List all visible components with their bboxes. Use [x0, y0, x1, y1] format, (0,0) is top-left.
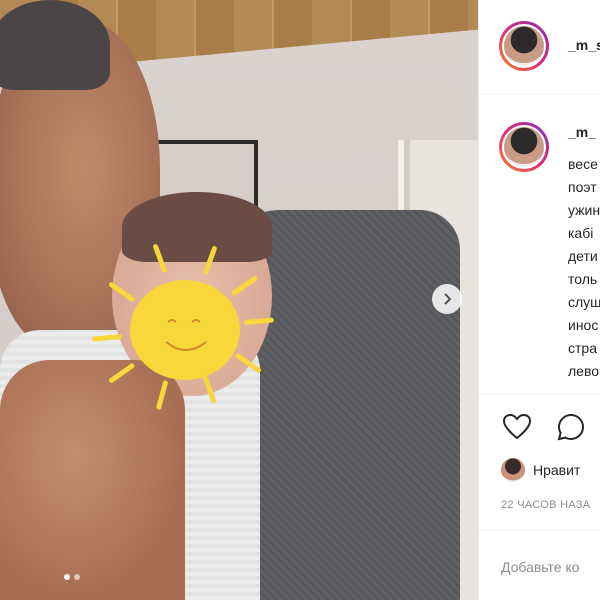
caption-text-line: поэт — [568, 179, 597, 195]
chevron-right-icon — [444, 293, 452, 305]
carousel-dots — [64, 574, 80, 580]
caption-author-avatar[interactable] — [499, 122, 549, 172]
post-header: _m_s — [479, 0, 600, 95]
sun-sticker-face — [165, 319, 207, 351]
caption-text-line: инос — [568, 317, 599, 333]
author-avatar[interactable] — [499, 21, 549, 71]
liker-avatar — [501, 458, 525, 482]
caption-text-line: стра — [568, 340, 597, 356]
like-button[interactable] — [501, 411, 533, 443]
carousel-dot-active — [64, 574, 70, 580]
caption-text-line: ужин — [568, 202, 600, 218]
avatar-image — [502, 24, 546, 68]
add-comment-box — [479, 530, 600, 601]
next-slide-button[interactable] — [432, 284, 462, 314]
photo-man-hair — [0, 0, 110, 90]
photo-baby-hair — [122, 192, 272, 262]
comment-bubble-icon — [557, 413, 585, 441]
avatar-image — [502, 125, 546, 169]
caption-text-line: весе — [568, 156, 598, 172]
caption-author-username[interactable]: _m_ — [568, 124, 596, 140]
caption-text-line: дети — [568, 248, 598, 264]
caption-area: _m_ весе поэт ужин кабі дети толь слуш и… — [479, 94, 600, 395]
caption-text-line: толь — [568, 271, 598, 287]
comment-button[interactable] — [555, 411, 587, 443]
add-comment-input[interactable] — [501, 555, 600, 579]
post-actions — [479, 395, 600, 455]
carousel-dot — [74, 574, 80, 580]
heart-icon — [502, 413, 532, 440]
post-photo[interactable] — [0, 0, 478, 600]
likes-label: Нравит — [533, 462, 581, 478]
caption-text-line: кабі — [568, 225, 594, 241]
likes-row[interactable]: Нравит — [501, 455, 600, 485]
photo-hand — [0, 360, 185, 600]
post-timestamp: 22 ЧАСОВ НАЗА — [501, 499, 591, 511]
caption-text-line: лево — [568, 363, 600, 379]
author-username[interactable]: _m_s — [568, 37, 600, 53]
post-side-panel: _m_s _m_ весе поэт ужин кабі дети толь с… — [478, 0, 600, 600]
caption-text-line: слуш — [568, 294, 600, 310]
